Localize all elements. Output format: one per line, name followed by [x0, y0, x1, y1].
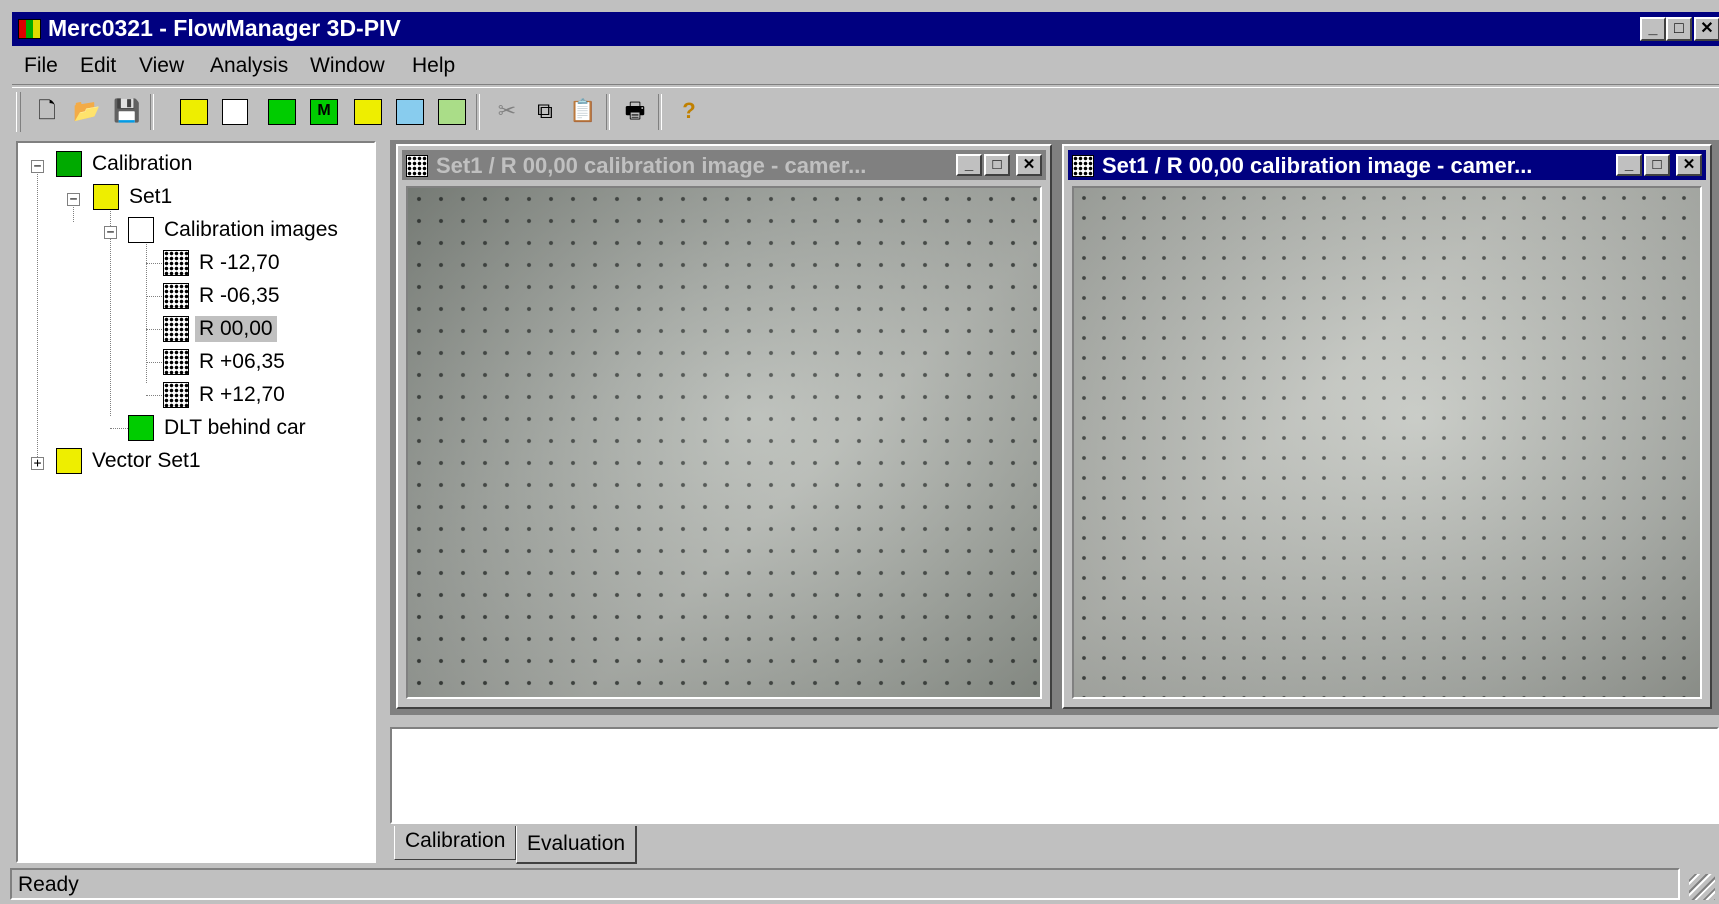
help-question-icon[interactable]: ?: [674, 96, 704, 126]
child-title-bar[interactable]: Set1 / R 00,00 calibration image - camer…: [402, 150, 1046, 180]
close-button[interactable]: ✕: [1694, 17, 1719, 41]
resize-grip-icon[interactable]: [1689, 874, 1715, 900]
tree-node-image-selected[interactable]: R 00,00: [163, 316, 277, 342]
toolbar-separator: [150, 94, 154, 130]
app-icon[interactable]: [18, 19, 41, 39]
calibration-image-icon: [163, 349, 189, 375]
tree-collapse-toggle[interactable]: −: [31, 160, 44, 173]
status-text: Ready: [18, 873, 79, 896]
save-disk-icon[interactable]: 💾: [112, 96, 142, 126]
model-m-icon[interactable]: M: [310, 99, 338, 125]
tree-node-image[interactable]: R +06,35: [163, 349, 289, 375]
child-window-title: Set1 / R 00,00 calibration image - camer…: [436, 153, 867, 178]
tree-line: [146, 395, 162, 396]
maximize-button[interactable]: □: [1644, 154, 1670, 176]
tree-line: [146, 362, 162, 363]
tree-node-calibration[interactable]: Calibration: [56, 151, 196, 177]
tree-line: [110, 428, 128, 429]
tree-collapse-toggle[interactable]: −: [67, 193, 80, 206]
child-window-right[interactable]: Set1 / R 00,00 calibration image - camer…: [1062, 144, 1712, 709]
tree-node-image[interactable]: R -12,70: [163, 250, 284, 276]
dlt-icon[interactable]: [268, 99, 296, 125]
tree-node-image[interactable]: R -06,35: [163, 283, 284, 309]
maximize-button[interactable]: □: [1666, 17, 1692, 41]
copy-icon[interactable]: ⧉: [530, 96, 560, 126]
image-stack-icon[interactable]: [222, 99, 248, 125]
output-pane[interactable]: [390, 727, 1719, 824]
menu-view[interactable]: View: [139, 54, 184, 78]
tree-node-vector-set[interactable]: Vector Set1: [56, 448, 205, 474]
tree-node-calibration-images[interactable]: Calibration images: [128, 217, 342, 243]
calibration-image-icon: [406, 155, 428, 177]
project-tree[interactable]: − Calibration − Set1 − Calibration image…: [18, 143, 374, 861]
window-title: Merc0321 - FlowManager 3D-PIV: [48, 15, 401, 41]
minimize-button[interactable]: _: [1640, 17, 1666, 41]
child-title-bar[interactable]: Set1 / R 00,00 calibration image - camer…: [1068, 150, 1706, 180]
setup-folder-icon: [93, 184, 119, 210]
tree-expand-toggle[interactable]: +: [31, 457, 44, 470]
tree-node-image[interactable]: R +12,70: [163, 382, 289, 408]
menu-window[interactable]: Window: [310, 54, 385, 78]
tree-line: [146, 263, 162, 264]
calibration-image-icon: [163, 283, 189, 309]
tree-line: [146, 233, 147, 383]
mdi-client-area: Set1 / R 00,00 calibration image - camer…: [390, 140, 1719, 715]
tree-line: [37, 167, 38, 467]
minimize-button[interactable]: _: [956, 154, 982, 176]
tree-collapse-toggle[interactable]: −: [104, 226, 117, 239]
close-button[interactable]: ✕: [1676, 154, 1702, 176]
tree-node-dlt[interactable]: DLT behind car: [128, 415, 310, 441]
tab-evaluation[interactable]: Evaluation: [516, 826, 638, 864]
vector-set-icon: [56, 448, 82, 474]
dlt-icon: [128, 415, 154, 441]
status-bar: Ready: [10, 868, 1680, 900]
menu-edit[interactable]: Edit: [80, 54, 116, 78]
toolbar-separator: [476, 94, 480, 130]
open-folder-icon[interactable]: 📂: [72, 96, 102, 126]
tree-line: [146, 329, 162, 330]
paste-icon[interactable]: 📋: [568, 96, 598, 126]
menu-file[interactable]: File: [24, 54, 58, 78]
title-bar: Merc0321 - FlowManager 3D-PIV _ □ ✕: [12, 12, 1719, 46]
menu-help[interactable]: Help: [412, 54, 455, 78]
image-stack-icon: [128, 217, 154, 243]
calibration-image-icon: [163, 250, 189, 276]
maximize-button[interactable]: □: [984, 154, 1010, 176]
new-file-icon[interactable]: 🗋: [32, 96, 62, 126]
calibration-image-view[interactable]: [406, 186, 1042, 699]
cut-icon[interactable]: ✂: [492, 96, 522, 126]
print-icon[interactable]: 🖶: [620, 96, 650, 126]
toolbar-grip[interactable]: [16, 92, 21, 132]
close-button[interactable]: ✕: [1016, 154, 1042, 176]
child-window-title: Set1 / R 00,00 calibration image - camer…: [1102, 153, 1533, 178]
tree-line: [146, 296, 162, 297]
menu-bar: File Edit View Analysis Window Help: [12, 48, 1719, 82]
multi-stack-icon[interactable]: [396, 99, 424, 125]
calibration-image-icon: [163, 382, 189, 408]
tree-node-set1[interactable]: Set1: [93, 184, 176, 210]
calibration-icon: [56, 151, 82, 177]
toolbar-separator: [658, 94, 662, 130]
toolbar: 🗋 📂 💾 M ✂ ⧉ 📋 🖶 ?: [14, 88, 769, 140]
child-window-left[interactable]: Set1 / R 00,00 calibration image - camer…: [396, 144, 1052, 709]
calibration-image-view[interactable]: [1072, 186, 1702, 699]
3d-stack-icon[interactable]: [438, 99, 466, 125]
calibration-setup-icon[interactable]: [180, 99, 208, 125]
toolbar-separator: [606, 94, 610, 130]
vector-set-icon[interactable]: [354, 99, 382, 125]
calibration-image-icon: [1072, 155, 1094, 177]
menu-analysis[interactable]: Analysis: [210, 54, 288, 78]
minimize-button[interactable]: _: [1616, 154, 1642, 176]
calibration-image-icon: [163, 316, 189, 342]
tab-calibration[interactable]: Calibration: [394, 826, 517, 860]
